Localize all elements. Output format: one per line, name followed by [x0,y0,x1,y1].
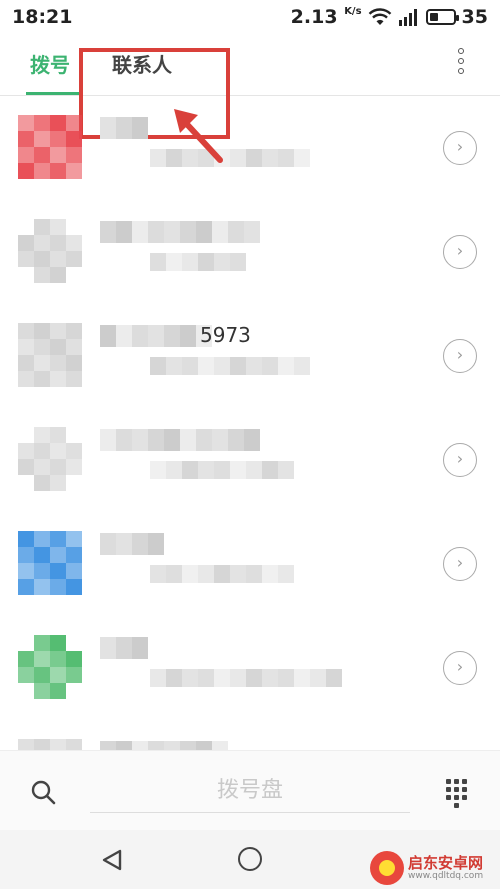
chevron-right-circle-icon[interactable]: › [443,339,477,373]
battery-percent: 35 [461,6,488,28]
more-vertical-icon[interactable] [456,48,466,78]
battery-fill [429,13,438,21]
avatar [18,427,82,491]
status-icons: 2.13 K/s 35 [291,6,488,28]
watermark-url: www.qdltdq.com [408,870,484,881]
avatar [18,115,82,179]
contact-number-fragment: 5973 [200,323,251,347]
chevron-right-circle-icon[interactable]: › [443,131,477,165]
watermark-text: 启东安卓网 www.qdltdq.com [408,855,483,882]
status-time: 18:21 [12,6,73,28]
contact-row[interactable]: › [0,617,500,721]
contact-row[interactable]: › [0,97,500,201]
dialpad-icon[interactable] [446,779,468,808]
bottom-bar: 拨号盘 [0,750,500,830]
chevron-right-circle-icon[interactable]: › [443,235,477,269]
avatar [18,531,82,595]
contact-list: › › 5973 › › › › › [0,97,500,750]
network-speed-value: 2.13 [290,6,338,28]
contact-row[interactable]: › [0,409,500,513]
battery-icon [425,9,459,25]
nav-back-icon[interactable] [100,848,124,872]
tab-dial[interactable]: 拨号 [30,34,70,96]
chevron-right-circle-icon[interactable]: › [443,547,477,581]
avatar [18,739,82,750]
contact-row[interactable]: › [0,513,500,617]
contact-row[interactable]: › [0,201,500,305]
watermark-logo-icon [370,851,404,885]
contact-row[interactable]: 5973 › [0,305,500,409]
avatar [18,219,82,283]
contact-row[interactable]: › [0,721,500,750]
watermark-brand: 启东安卓网 [408,853,484,872]
search-icon[interactable] [30,779,56,805]
chevron-right-circle-icon[interactable]: › [443,651,477,685]
network-speed: 2.13 K/s [291,6,362,28]
dialpad-input[interactable]: 拨号盘 [90,773,410,813]
wifi-icon [368,8,391,25]
signal-icon [398,9,417,26]
chevron-right-circle-icon[interactable]: › [443,443,477,477]
watermark: 启东安卓网 www.qdltdq.com [370,848,500,888]
tab-bar: 拨号 联系人 [0,34,500,139]
status-bar: 18:21 2.13 K/s 35 [0,0,500,34]
annotation-arrow-icon [174,109,223,163]
network-speed-unit: K/s [344,6,362,17]
nav-home-icon[interactable] [238,847,262,871]
active-tab-indicator [26,92,80,95]
avatar [18,323,82,387]
avatar [18,635,82,699]
